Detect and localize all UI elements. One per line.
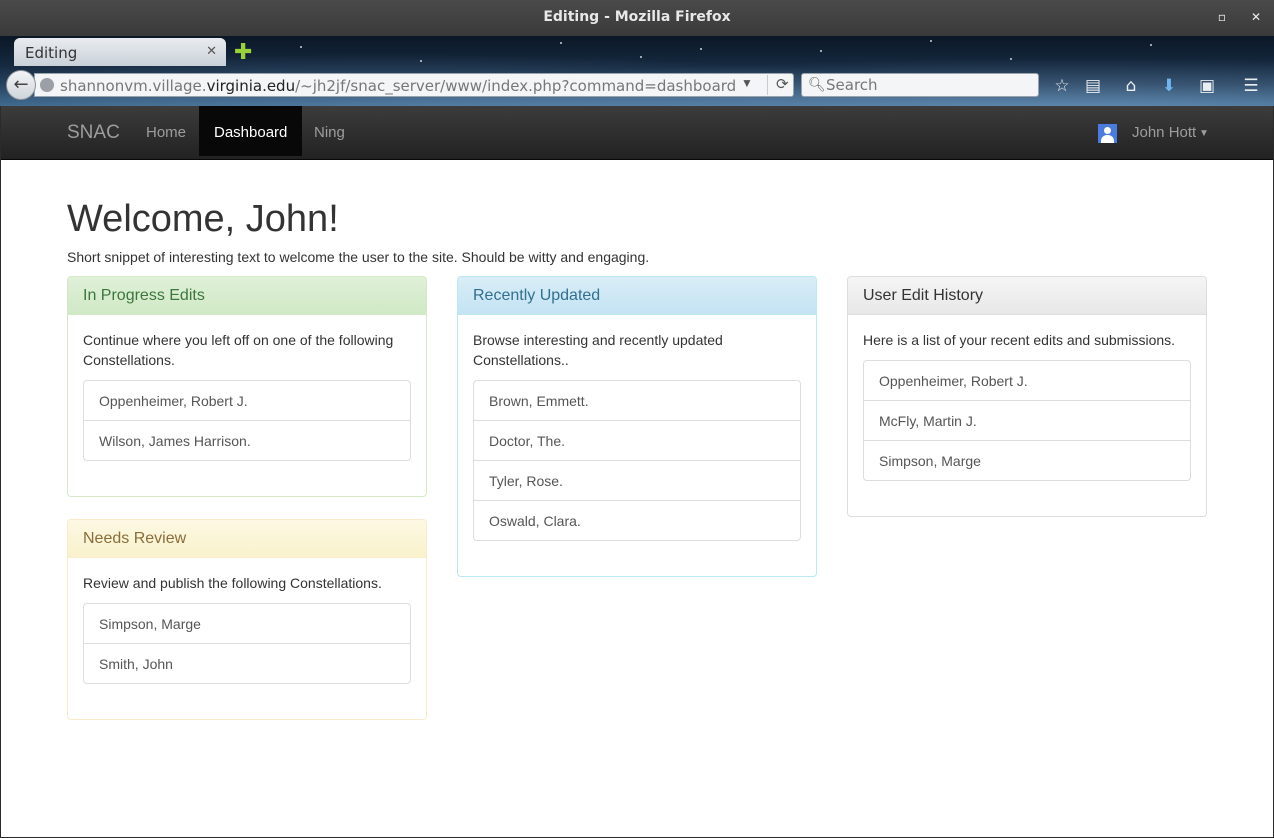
panel-in-progress: In Progress Edits Continue where you lef… — [67, 276, 427, 497]
browser-tab[interactable]: Editing ✕ — [14, 38, 226, 66]
nav-home[interactable]: Home — [131, 106, 201, 156]
window-title: Editing - Mozilla Firefox — [543, 9, 731, 25]
panel-title: Needs Review — [68, 520, 426, 558]
home-icon[interactable]: ⌂ — [1121, 76, 1141, 96]
panel-needs-review: Needs Review Review and publish the foll… — [67, 519, 427, 720]
list-item[interactable]: Simpson, Marge — [863, 440, 1191, 481]
list-item[interactable]: Doctor, The. — [473, 420, 801, 461]
edit-history-list: Oppenheimer, Robert J. McFly, Martin J. … — [863, 360, 1191, 481]
close-tab-icon[interactable]: ✕ — [206, 43, 217, 59]
constellation-list: Simpson, Marge Smith, John — [83, 603, 411, 684]
panel-description: Here is a list of your recent edits and … — [863, 332, 1176, 348]
navigation-row: shannonvm.village.virginia.edu/~jh2jf/sn… — [0, 66, 1274, 106]
panel-recently-updated: Recently Updated Browse interesting and … — [457, 276, 817, 577]
maximize-icon[interactable]: ▫ — [1215, 10, 1229, 24]
list-item[interactable]: Simpson, Marge — [83, 603, 411, 644]
site-navbar: SNAC Home Dashboard Ning John Hott ▼ — [1, 106, 1273, 160]
url-domain: virginia.edu — [206, 77, 296, 95]
brand-link[interactable]: SNAC — [67, 122, 120, 144]
nav-dashboard[interactable]: Dashboard — [199, 106, 303, 156]
list-item[interactable]: Brown, Emmett. — [473, 380, 801, 421]
constellation-list: Oppenheimer, Robert J. Wilson, James Har… — [83, 380, 411, 461]
menu-icon[interactable]: ☰ — [1241, 76, 1261, 96]
window-titlebar: Editing - Mozilla Firefox ▫ ✕ — [0, 0, 1274, 36]
user-name: John Hott — [1132, 124, 1197, 141]
url-bar[interactable]: shannonvm.village.virginia.edu/~jh2jf/sn… — [34, 73, 794, 97]
tab-title: Editing — [25, 44, 78, 62]
panel-edit-history: User Edit History Here is a list of your… — [847, 276, 1207, 517]
panel-description: Review and publish the following Constel… — [83, 575, 382, 591]
dropdown-icon[interactable]: ▼ — [741, 76, 753, 90]
welcome-text: Short snippet of interesting text to wel… — [67, 249, 650, 265]
search-input[interactable] — [826, 76, 1026, 94]
panel-title: In Progress Edits — [68, 277, 426, 315]
url-path: /~jh2jf/snac_server/www/index.php?comman… — [295, 77, 737, 95]
caret-down-icon: ▼ — [1199, 128, 1209, 139]
url-text[interactable]: shannonvm.village.virginia.edu/~jh2jf/sn… — [60, 77, 736, 95]
panel-description: Continue where you left off on one of th… — [83, 332, 394, 368]
constellation-list: Brown, Emmett. Doctor, The. Tyler, Rose.… — [473, 380, 801, 541]
download-icon[interactable]: ⬇ — [1159, 76, 1179, 96]
reload-icon[interactable]: ⟳ — [767, 75, 789, 95]
list-item[interactable]: McFly, Martin J. — [863, 400, 1191, 441]
nav-ning[interactable]: Ning — [299, 106, 360, 156]
back-arrow-icon[interactable]: ← — [6, 70, 36, 100]
new-tab-icon[interactable]: ✚ — [234, 40, 252, 65]
user-avatar-icon — [1098, 124, 1117, 143]
panel-title: User Edit History — [848, 277, 1206, 315]
list-item[interactable]: Oppenheimer, Robert J. — [83, 380, 411, 421]
globe-icon — [40, 78, 54, 92]
panel-title: Recently Updated — [458, 277, 816, 315]
page-title: Welcome, John! — [67, 198, 339, 240]
search-icon: 🔍︎ — [808, 76, 826, 92]
list-item[interactable]: Smith, John — [83, 643, 411, 684]
list-item[interactable]: Oswald, Clara. — [473, 500, 801, 541]
reading-list-icon[interactable]: ▤ — [1083, 76, 1103, 96]
search-bar[interactable]: 🔍︎ — [801, 73, 1039, 97]
url-prefix: shannonvm.village. — [60, 77, 207, 95]
screenshot-icon[interactable]: ▣ — [1197, 76, 1217, 96]
close-window-icon[interactable]: ✕ — [1249, 10, 1263, 24]
list-item[interactable]: Oppenheimer, Robert J. — [863, 360, 1191, 401]
list-item[interactable]: Tyler, Rose. — [473, 460, 801, 501]
page-viewport: SNAC Home Dashboard Ning John Hott ▼ Wel… — [1, 106, 1273, 837]
browser-toolbar: Editing ✕ ✚ shannonvm.village.virginia.e… — [0, 36, 1274, 106]
bookmark-star-icon[interactable]: ☆ — [1052, 76, 1072, 96]
list-item[interactable]: Wilson, James Harrison. — [83, 420, 411, 461]
panel-description: Browse interesting and recently updated … — [473, 332, 723, 368]
